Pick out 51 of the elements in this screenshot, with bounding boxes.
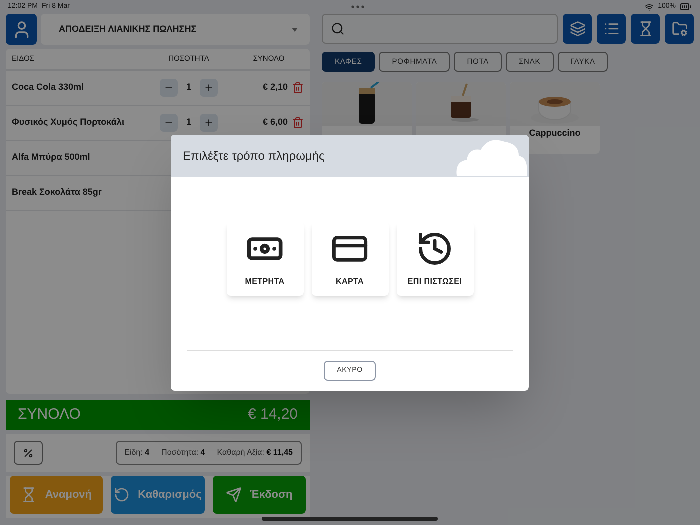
list-button[interactable] xyxy=(597,14,626,44)
summary-item: Καθαρή Αξία: € 11,45 xyxy=(217,447,293,459)
item-name: Break Σοκολάτα 85gr xyxy=(12,186,102,200)
delete-button[interactable] xyxy=(292,82,304,94)
document-type-dropdown[interactable]: ΑΠΟΔΕΙΞΗ ΛΙΑΝΙΚΗΣ ΠΩΛΗΣΗΣ xyxy=(41,14,310,45)
product-tile[interactable]: Cappuccino xyxy=(510,82,600,154)
summary-item: Είδη: 4 xyxy=(124,447,150,459)
trash-icon xyxy=(292,117,304,129)
hourglass-icon xyxy=(638,21,654,37)
customer-button[interactable] xyxy=(6,14,37,45)
history-icon xyxy=(416,230,454,268)
product-name: Cappuccino xyxy=(529,127,581,140)
action-button[interactable]: Έκδοση xyxy=(212,476,306,514)
wifi-icon xyxy=(645,2,654,12)
action-button[interactable]: Καθαρισμός xyxy=(111,476,205,514)
hourglass-icon xyxy=(21,487,38,503)
item-name: Φυσικός Χυμός Πορτοκάλι xyxy=(12,116,124,130)
folder-gear-icon xyxy=(672,21,688,37)
item-quantity: 1 xyxy=(186,81,192,94)
increase-button[interactable] xyxy=(200,79,218,97)
item-name: Coca Cola 330ml xyxy=(12,81,84,94)
item-name: Alfa Μπύρα 500ml xyxy=(12,151,90,164)
layers-button[interactable] xyxy=(563,14,592,44)
total-amount: € 14,20 xyxy=(248,404,298,425)
battery-icon xyxy=(680,1,692,13)
more-dots-icon xyxy=(350,5,365,9)
item-quantity: 1 xyxy=(186,116,192,130)
item-total: € 6,00 xyxy=(262,116,288,130)
search-icon xyxy=(331,22,345,36)
percent-icon xyxy=(23,448,34,458)
delete-button[interactable] xyxy=(292,117,304,129)
total-label: ΣΥΝΟΛΟ xyxy=(18,404,81,425)
settings-folder-button[interactable] xyxy=(665,14,694,44)
send-icon xyxy=(226,487,242,503)
plus-icon xyxy=(204,83,214,93)
increase-button[interactable] xyxy=(200,114,218,132)
summary-item: Ποσότητα: 4 xyxy=(162,447,206,459)
payment-option[interactable]: ΜΕΤΡΗΤΑ xyxy=(226,222,304,296)
pending-button[interactable] xyxy=(631,14,660,44)
search-field[interactable] xyxy=(322,14,558,44)
dialog-title: Επιλέξτε τρόπο πληρωμής xyxy=(183,148,325,165)
trash-icon xyxy=(292,82,304,94)
payment-option[interactable]: ΕΠΙ ΠΙΣΤΩΣΕΙ xyxy=(396,222,474,296)
layers-icon xyxy=(570,21,586,37)
plus-icon xyxy=(204,118,214,128)
item-total: € 2,10 xyxy=(262,81,288,94)
list-icon xyxy=(604,21,620,37)
dropdown-caret-icon xyxy=(292,28,298,32)
payment-option[interactable]: ΚΑΡΤΑ xyxy=(312,222,388,296)
discount-button[interactable] xyxy=(14,441,43,465)
undo-icon xyxy=(114,487,130,503)
